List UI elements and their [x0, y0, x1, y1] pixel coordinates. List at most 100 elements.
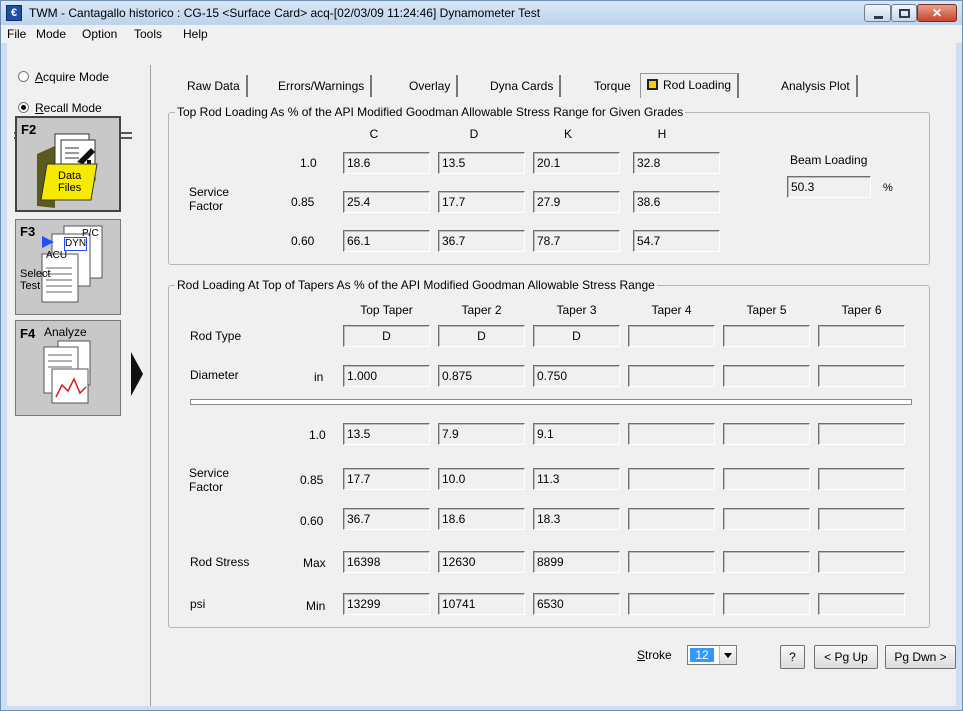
- top-k-sf-0-60: 78.7: [533, 230, 620, 252]
- taper-sf-1-0-t4: [628, 423, 715, 445]
- grade-header-h: H: [657, 127, 667, 141]
- sidebar-expand-arrow-icon[interactable]: [131, 352, 143, 396]
- recall-mode-radio[interactable]: Recall Mode: [18, 101, 102, 117]
- menu-bar: File Mode Option Tools Help: [1, 25, 962, 43]
- rod-stress-max-t5: [723, 551, 810, 573]
- menu-option[interactable]: Option: [82, 27, 117, 41]
- taper-sf-1-0-t2: 7.9: [438, 423, 525, 445]
- taper-sf-1-0-t6: [818, 423, 905, 445]
- taper-sf-1-0-t3: 9.1: [533, 423, 620, 445]
- diameter-label: Diameter: [190, 368, 239, 382]
- rod-stress-min-t6: [818, 593, 905, 615]
- active-tab-marker-icon: [647, 79, 658, 90]
- top-h-sf-0-60: 54.7: [633, 230, 720, 252]
- acu-tag: ACU: [46, 250, 68, 261]
- top-h-sf-1-0: 32.8: [633, 152, 720, 174]
- rod-type-taper-6: [818, 325, 905, 347]
- top-c-sf-0-85: 25.4: [343, 191, 430, 213]
- rod-stress-max-t3: 8899: [533, 551, 620, 573]
- rod-type-taper-2: D: [438, 325, 525, 347]
- diameter-taper-2: 0.875: [438, 365, 525, 387]
- tab-errors-warnings[interactable]: Errors/Warnings: [272, 75, 373, 97]
- rod-stress-min-t5: [723, 593, 810, 615]
- taper-sf-label-0-60: 0.60: [300, 514, 324, 528]
- data-files-button[interactable]: F2 Data Files: [15, 116, 121, 212]
- analyze-button[interactable]: F4 Analyze: [15, 320, 121, 416]
- taper-sf-0-85-t5: [723, 468, 810, 490]
- tab-torque[interactable]: Torque: [588, 75, 637, 97]
- grade-header-d: D: [469, 127, 479, 141]
- rod-type-taper-4: [628, 325, 715, 347]
- close-button[interactable]: ✕: [917, 4, 957, 22]
- data-files-label: Data: [58, 170, 82, 182]
- beam-loading-label: Beam Loading: [790, 153, 868, 167]
- page-down-button[interactable]: Pg Dwn >: [885, 645, 956, 669]
- rod-stress-label: Rod Stress: [190, 555, 250, 569]
- top-h-sf-0-85: 38.6: [633, 191, 720, 213]
- grade-header-k: K: [563, 127, 572, 141]
- maximize-button[interactable]: [891, 4, 917, 22]
- tab-rod-loading[interactable]: Rod Loading: [640, 73, 740, 98]
- rod-type-label: Rod Type: [190, 329, 242, 343]
- window-title: TWM - Cantagallo historico : CG-15 <Surf…: [29, 6, 541, 20]
- rod-type-top-taper: D: [343, 325, 430, 347]
- twm-app-icon[interactable]: €: [6, 5, 22, 21]
- select-test-label-2: Test: [20, 280, 41, 292]
- col-taper-2: Taper 2: [461, 303, 502, 317]
- menu-tools[interactable]: Tools: [134, 27, 162, 41]
- menu-help[interactable]: Help: [183, 27, 208, 41]
- select-test-button[interactable]: F3 P/C DYN ACU Select Test: [15, 219, 121, 315]
- select-test-label: Select: [20, 268, 51, 280]
- help-button[interactable]: ?: [780, 645, 805, 669]
- rod-stress-max-t6: [818, 551, 905, 573]
- analyze-icon: [43, 340, 91, 404]
- top-group-title: Top Rod Loading As % of the API Modified…: [175, 105, 686, 119]
- menu-file[interactable]: File: [7, 27, 26, 41]
- col-top-taper: Top Taper: [360, 303, 413, 317]
- stroke-label: Stroke: [637, 648, 672, 662]
- tab-raw-data[interactable]: Raw Data: [181, 75, 248, 97]
- section-divider: [190, 399, 912, 405]
- tab-dyna-cards[interactable]: Dyna Cards: [484, 75, 562, 97]
- rod-stress-min-t3: 6530: [533, 593, 620, 615]
- taper-sf-0-85-t2: 10.0: [438, 468, 525, 490]
- rod-stress-max-t2: 12630: [438, 551, 525, 573]
- rod-stress-min-t4: [628, 593, 715, 615]
- data-files-label-2: Files: [58, 182, 82, 194]
- minimize-button[interactable]: [864, 4, 891, 22]
- stroke-select[interactable]: 12: [687, 645, 737, 665]
- chevron-down-icon[interactable]: [719, 646, 736, 664]
- page-up-button[interactable]: < Pg Up: [814, 645, 878, 669]
- top-d-sf-0-60: 36.7: [438, 230, 525, 252]
- stroke-value: 12: [690, 648, 714, 662]
- radio-circle-icon: [18, 71, 29, 82]
- col-taper-5: Taper 5: [746, 303, 787, 317]
- taper-sf-0-85-t6: [818, 468, 905, 490]
- service-factor-label: Service: [189, 185, 230, 199]
- close-icon: ✕: [931, 6, 943, 20]
- dyn-tag: DYN: [64, 237, 88, 251]
- title-bar[interactable]: € TWM - Cantagallo historico : CG-15 <Su…: [1, 1, 962, 25]
- taper-sf-0-60-t4: [628, 508, 715, 530]
- rod-stress-max-t4: [628, 551, 715, 573]
- rod-type-taper-5: [723, 325, 810, 347]
- tab-analysis-plot[interactable]: Analysis Plot: [775, 75, 858, 97]
- top-k-sf-1-0: 20.1: [533, 152, 620, 174]
- rod-stress-max-label: Max: [303, 556, 326, 570]
- col-taper-4: Taper 4: [651, 303, 692, 317]
- psi-label: psi: [190, 597, 206, 611]
- top-d-sf-1-0: 13.5: [438, 152, 525, 174]
- sf-label-0-85: 0.85: [291, 195, 315, 209]
- beam-loading-value: 50.3: [787, 176, 871, 198]
- tab-overlay[interactable]: Overlay: [403, 75, 459, 97]
- grade-header-c: C: [369, 127, 379, 141]
- top-k-sf-0-85: 27.9: [533, 191, 620, 213]
- taper-service-factor-label: Service: [189, 466, 230, 480]
- rod-stress-max-top: 16398: [343, 551, 430, 573]
- diameter-top-taper: 1.000: [343, 365, 430, 387]
- minimize-icon: [874, 16, 883, 19]
- acquire-mode-radio[interactable]: Acquire Mode: [18, 70, 109, 86]
- menu-mode[interactable]: Mode: [36, 27, 66, 41]
- taper-sf-label-0-85: 0.85: [300, 473, 324, 487]
- rod-stress-min-label: Min: [306, 599, 326, 613]
